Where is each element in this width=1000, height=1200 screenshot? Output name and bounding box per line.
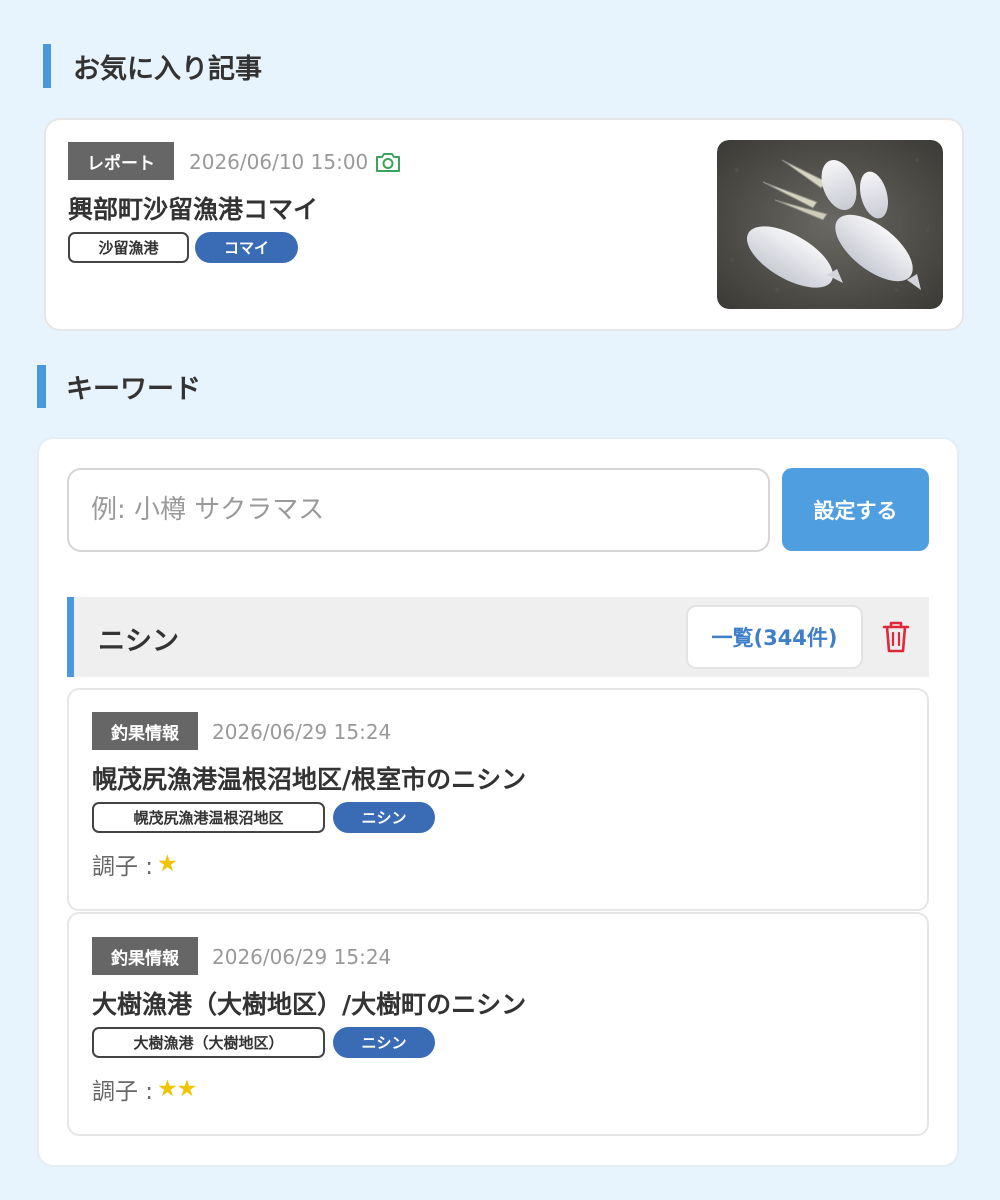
set-keyword-button[interactable]: 設定する <box>782 468 929 551</box>
keyword-input[interactable] <box>67 468 770 552</box>
tag-fish[interactable]: ニシン <box>333 1027 435 1058</box>
result-condition: 調子 : ★ <box>92 847 178 881</box>
keyword-heading: キーワード <box>37 365 201 408</box>
keyword-list-button[interactable]: 一覧(344件) <box>686 605 863 669</box>
keyword-item-header: ニシン 一覧(344件) <box>67 597 929 677</box>
result-condition: 調子 : ★★ <box>92 1072 197 1106</box>
condition-label: 調子 : <box>92 854 154 880</box>
condition-stars: ★★ <box>157 1076 197 1102</box>
condition-label: 調子 : <box>92 1079 154 1105</box>
result-date: 2026/06/29 15:24 <box>212 720 392 744</box>
article-type-badge: レポート <box>68 142 174 180</box>
result-date: 2026/06/29 15:24 <box>212 945 392 969</box>
tag-location[interactable]: 幌茂尻漁港温根沼地区 <box>92 802 325 833</box>
condition-stars: ★ <box>157 851 178 877</box>
trash-icon[interactable] <box>882 621 910 653</box>
result-title[interactable]: 幌茂尻漁港温根沼地区/根室市のニシン <box>92 760 526 796</box>
heading-accent-bar <box>43 44 51 88</box>
favorite-article-card[interactable]: レポート 2026/06/10 15:00 興部町沙留漁港コマイ 沙留漁港 コマ… <box>44 118 964 331</box>
favorites-heading: お気に入り記事 <box>43 44 262 88</box>
tag-location[interactable]: 大樹漁港（大樹地区） <box>92 1027 325 1058</box>
keyword-heading-text: キーワード <box>66 374 201 405</box>
article-date: 2026/06/10 15:00 <box>189 150 369 174</box>
result-type-badge: 釣果情報 <box>92 937 198 975</box>
article-thumbnail[interactable] <box>717 140 943 309</box>
heading-accent-bar <box>37 365 46 408</box>
article-title[interactable]: 興部町沙留漁港コマイ <box>68 190 318 226</box>
result-title[interactable]: 大樹漁港（大樹地区）/大樹町のニシン <box>92 985 526 1021</box>
tag-location[interactable]: 沙留漁港 <box>68 232 189 263</box>
tag-fish[interactable]: ニシン <box>333 802 435 833</box>
favorites-heading-text: お気に入り記事 <box>73 53 262 85</box>
tag-fish[interactable]: コマイ <box>195 232 298 263</box>
result-type-badge: 釣果情報 <box>92 712 198 750</box>
camera-icon <box>376 153 400 172</box>
result-card[interactable]: 釣果情報 2026/06/29 15:24 幌茂尻漁港温根沼地区/根室市のニシン… <box>67 688 929 911</box>
result-card[interactable]: 釣果情報 2026/06/29 15:24 大樹漁港（大樹地区）/大樹町のニシン… <box>67 912 929 1136</box>
keyword-name: ニシン <box>98 626 179 657</box>
